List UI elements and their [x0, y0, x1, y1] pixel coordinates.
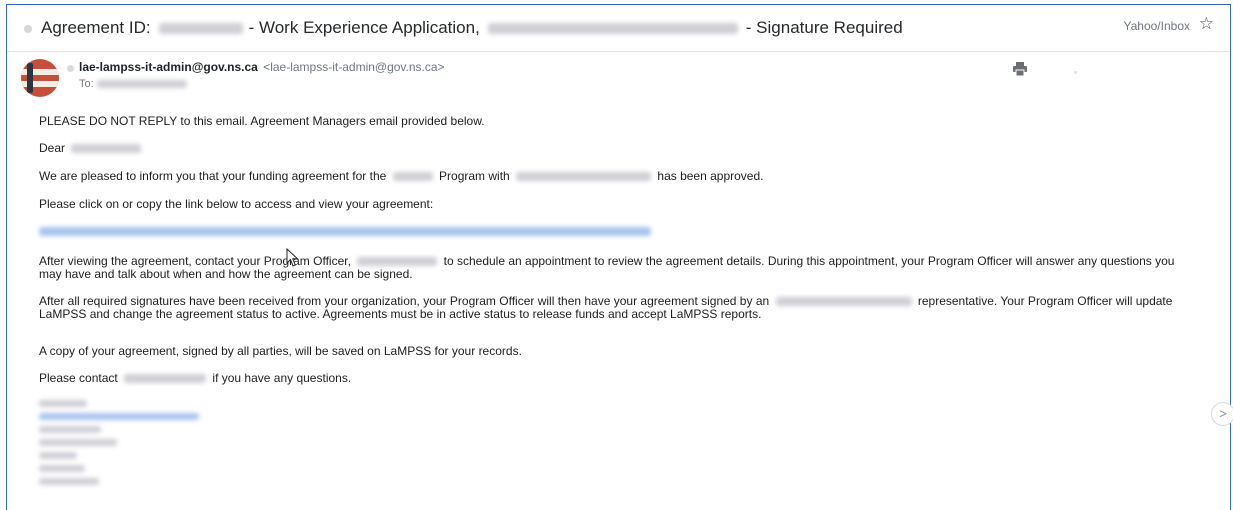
redacted-signature-block [39, 400, 199, 491]
subject-suffix: - Signature Required [745, 18, 903, 37]
body-paragraph-8: Please contact if you have any questions… [39, 372, 351, 385]
p5-part-a: After viewing the agreement, contact you… [39, 254, 351, 268]
redacted-program-name [392, 172, 433, 182]
sender-status-dot-icon [67, 65, 74, 72]
body-paragraph-1: PLEASE DO NOT REPLY to this email. Agree… [39, 114, 485, 128]
p3-part-a: We are pleased to inform you that your f… [39, 169, 387, 183]
mouse-cursor-icon [286, 248, 299, 267]
sig-line-title [39, 426, 101, 433]
email-view: Agreement ID: - Work Experience Applicat… [6, 4, 1231, 510]
subject-prefix: Agreement ID: [41, 18, 151, 37]
greeting-text: Dear [39, 141, 66, 155]
redacted-recipient [96, 80, 187, 89]
subject-bar: Agreement ID: - Work Experience Applicat… [7, 5, 1230, 52]
sender-name[interactable]: lae-lampss-it-admin@gov.ns.ca [79, 60, 258, 74]
redacted-agency-name-2 [775, 297, 912, 307]
sig-line-name [39, 400, 87, 407]
subject-middle: - Work Experience Application, [248, 18, 480, 37]
redacted-agreement-id [158, 22, 243, 34]
unread-dot-icon [24, 25, 32, 33]
sig-line-city [39, 452, 77, 459]
redacted-agency-name [516, 172, 652, 182]
to-label: To: [79, 78, 94, 90]
p8-part-a: Please contact [39, 371, 118, 385]
p6-part-a: After all required signatures have been … [39, 294, 770, 308]
sig-line-email[interactable] [39, 413, 199, 420]
sig-line-phone [39, 478, 99, 485]
p3-part-b: Program with [439, 169, 510, 183]
sig-line-address [39, 439, 117, 446]
email-subject: Agreement ID: - Work Experience Applicat… [41, 18, 903, 38]
agreement-link[interactable] [39, 225, 651, 238]
header-divider-dot [1074, 71, 1077, 74]
redacted-agreement-url[interactable] [39, 227, 651, 237]
body-paragraph-6: After all required signatures have been … [39, 295, 1199, 321]
print-icon[interactable] [1012, 62, 1028, 76]
body-paragraph-7: A copy of your agreement, signed by all … [39, 344, 522, 358]
body-paragraph-3: We are pleased to inform you that your f… [39, 170, 763, 183]
redacted-officer-name [357, 257, 438, 267]
folder-label[interactable]: Yahoo/Inbox [1124, 19, 1191, 33]
chevron-right-icon: > [1219, 406, 1227, 421]
body-paragraph-4: Please click on or copy the link below t… [39, 197, 434, 211]
redacted-phone-number [124, 374, 207, 384]
p8-part-b: if you have any questions. [212, 371, 352, 385]
p3-part-c: has been approved. [657, 169, 764, 183]
next-message-button[interactable]: > [1211, 402, 1233, 426]
recipient-line: To: [79, 78, 187, 90]
redacted-organization-name [487, 22, 738, 34]
sig-line-postal [39, 465, 85, 472]
sender-line: lae-lampss-it-admin@gov.ns.ca <lae-lamps… [79, 60, 445, 74]
redacted-recipient-name [71, 144, 142, 154]
star-icon[interactable]: ☆ [1199, 14, 1214, 34]
body-paragraph-5: After viewing the agreement, contact you… [39, 255, 1199, 281]
sender-avatar [21, 59, 59, 97]
sender-address: <lae-lampss-it-admin@gov.ns.ca> [263, 60, 445, 74]
body-greeting: Dear [39, 142, 144, 155]
